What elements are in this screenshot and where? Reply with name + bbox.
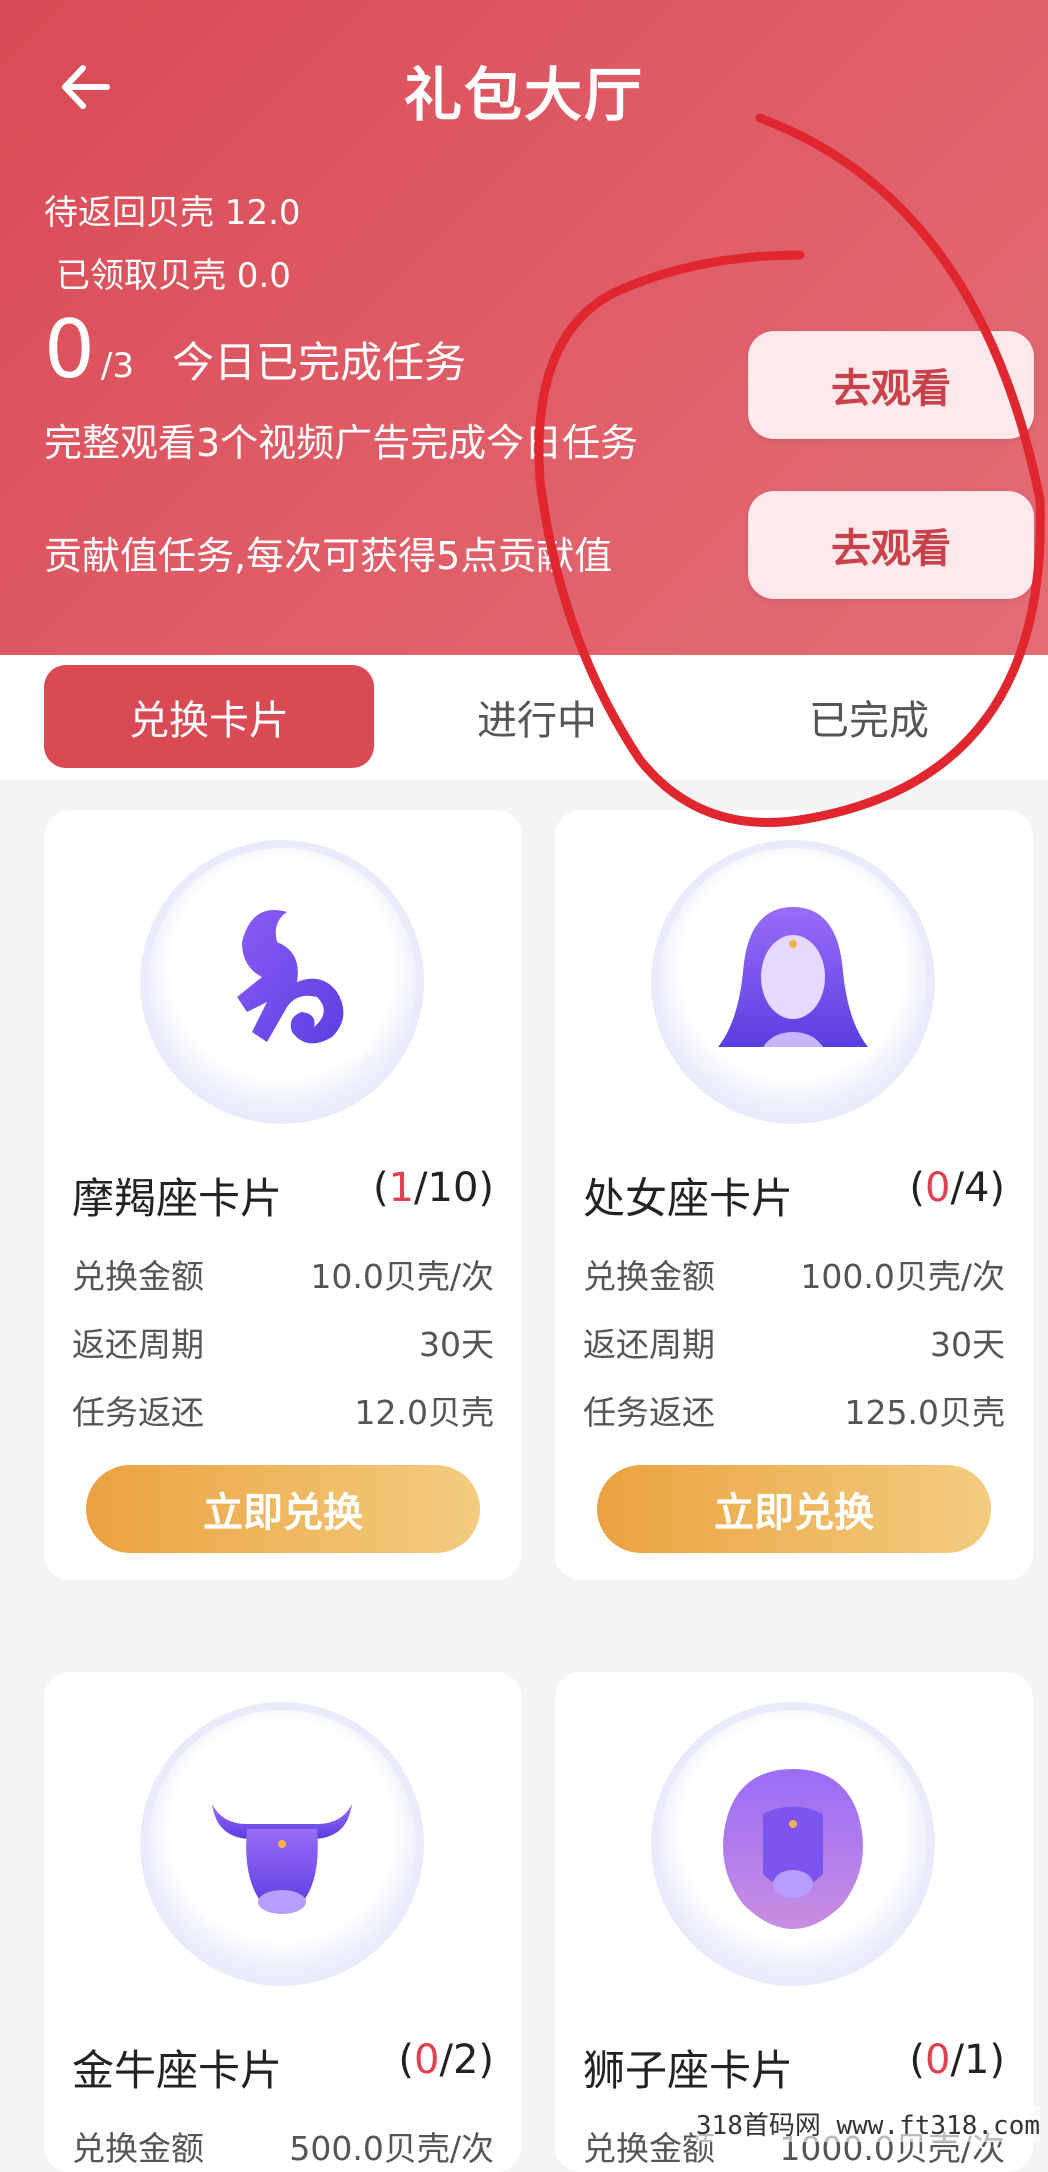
redeem-button[interactable]: 立即兑换 [86,1465,480,1553]
quota-used: 0 [414,2037,440,2083]
watermark: 318首码网 www.ft318.com [695,2105,1040,2142]
task-description: 完整观看3个视频广告完成今日任务 [44,421,639,465]
header-banner: 礼包大厅 待返回贝壳 12.0 已领取贝壳 0.0 0 /3 今日已完成任务 完… [0,0,1048,655]
price-row: 兑换金额 10.0贝壳/次 [72,1257,494,1296]
pending-shells-text: 待返回贝壳 12.0 [44,193,301,233]
card-name: 狮子座卡片 [583,2046,794,2095]
cycle-row: 返还周期 30天 [583,1325,1005,1364]
taurus-icon [140,1702,424,1986]
task-progress: 0 /3 今日已完成任务 [44,310,466,390]
card-name: 金牛座卡片 [72,2046,283,2095]
card-virgo: 处女座卡片 (0/4) 兑换金额 100.0贝壳/次 返还周期 30天 任务返还 12… [555,810,1033,1580]
price-row: 兑换金额 500.0贝壳/次 [72,2129,494,2168]
card-capricorn: 摩羯座卡片 (1/10) 兑换金额 10.0贝壳/次 返还周期 30天 任务返还 12… [44,810,522,1580]
quota-used: 0 [925,2037,951,2083]
card-quota: (0/1) [909,2037,1005,2083]
quota-used: 0 [925,1165,951,1211]
tab-exchange-cards[interactable]: 兑换卡片 [44,665,374,768]
leo-icon [651,1702,935,1986]
quota-limit: /1) [950,2037,1005,2083]
card-quota: (1/10) [372,1165,494,1211]
watch-contribution-button[interactable]: 去观看 [748,491,1034,599]
redeem-button[interactable]: 立即兑换 [597,1465,991,1553]
quota-limit: /4) [950,1165,1005,1211]
card-name: 处女座卡片 [583,1174,794,1223]
tab-completed[interactable]: 已完成 [704,665,1034,768]
watch-video-button[interactable]: 去观看 [748,331,1034,439]
progress-done: 0 [44,303,95,396]
capricorn-icon [140,840,424,1124]
virgo-icon [651,840,935,1124]
card-quota: (0/2) [398,2037,494,2083]
card-taurus: 金牛座卡片 (0/2) 兑换金额 500.0贝壳/次 [44,1672,522,2172]
quota-limit: /2) [439,2037,494,2083]
tab-in-progress[interactable]: 进行中 [372,665,702,768]
page-title: 礼包大厅 [403,61,644,129]
tab-bar: 兑换卡片 进行中 已完成 [0,655,1048,780]
price-row: 兑换金额 100.0贝壳/次 [583,1257,1005,1296]
return-row: 任务返还 12.0贝壳 [72,1393,494,1432]
progress-total: /3 [100,346,134,386]
received-shells-text: 已领取贝壳 0.0 [56,256,291,296]
quota-used: 1 [388,1165,415,1211]
card-quota: (0/4) [909,1165,1005,1211]
progress-label: 今日已完成任务 [172,338,467,387]
cycle-row: 返还周期 30天 [72,1325,494,1364]
card-name: 摩羯座卡片 [72,1174,283,1223]
quota-limit: /10) [414,1165,494,1211]
contribution-description: 贡献值任务,每次可获得5点贡献值 [44,534,613,578]
return-row: 任务返还 125.0贝壳 [583,1393,1005,1432]
card-leo: 狮子座卡片 (0/1) 兑换金额 1000.0贝壳/次 [555,1672,1033,2172]
